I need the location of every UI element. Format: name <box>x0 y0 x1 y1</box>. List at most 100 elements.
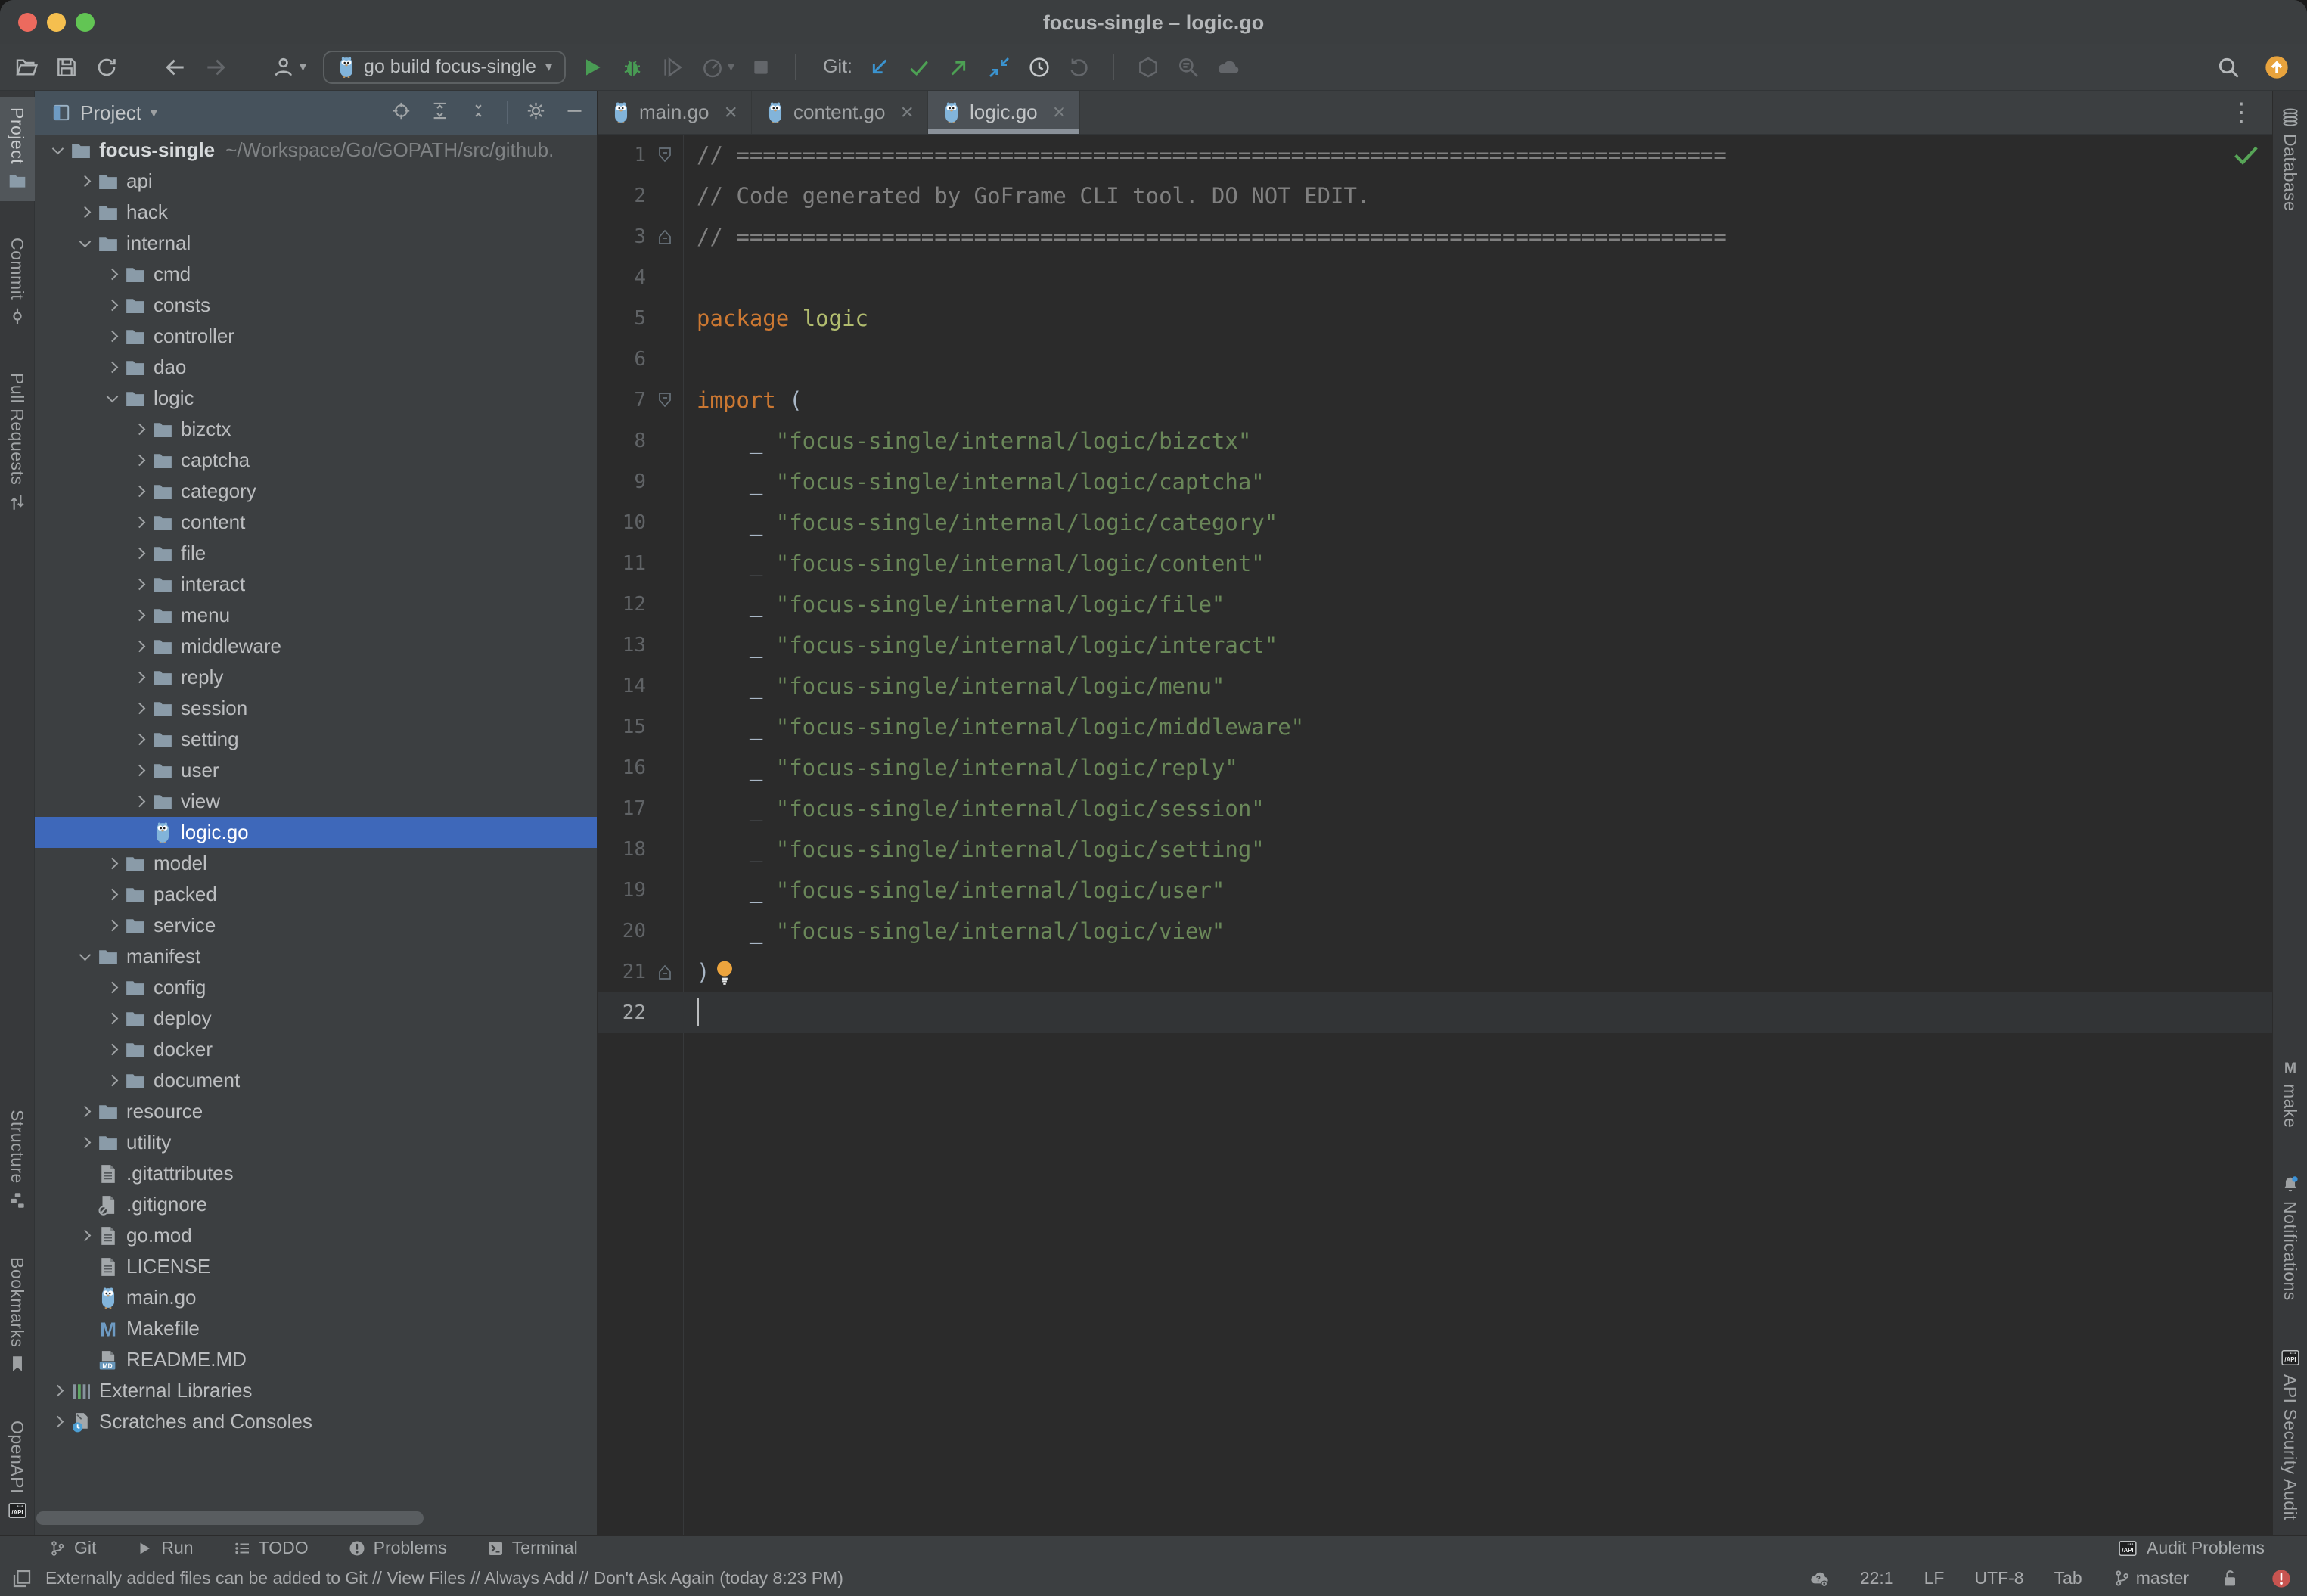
tree-item-config[interactable]: config <box>35 972 597 1003</box>
chevron-right-icon[interactable] <box>129 611 150 619</box>
chevron-right-icon[interactable] <box>101 890 123 899</box>
update-available-icon[interactable] <box>2263 54 2290 81</box>
chevron-down-icon[interactable] <box>47 147 68 153</box>
tree-item-go-mod[interactable]: go.mod <box>35 1220 597 1251</box>
code-line-1[interactable]: 1// ====================================… <box>598 135 2272 175</box>
chevron-right-icon[interactable] <box>101 1045 123 1054</box>
fold-marker-icon[interactable] <box>646 216 683 257</box>
tree-item-bizctx[interactable]: bizctx <box>35 414 597 445</box>
tree-item-gitattributes[interactable]: .gitattributes <box>35 1158 597 1189</box>
tree-item-user[interactable]: user <box>35 755 597 786</box>
tree-item-license[interactable]: LICENSE <box>35 1251 597 1282</box>
chevron-right-icon[interactable] <box>101 301 123 309</box>
chevron-right-icon[interactable] <box>129 766 150 775</box>
profiler-icon[interactable] <box>699 54 726 81</box>
chevron-right-icon[interactable] <box>101 921 123 930</box>
chevron-right-icon[interactable] <box>129 735 150 744</box>
git-commit-icon[interactable] <box>905 54 933 81</box>
status-message[interactable]: Externally added files can be added to G… <box>45 1568 843 1588</box>
chevron-right-icon[interactable] <box>129 797 150 806</box>
line-separator[interactable]: LF <box>1924 1568 1945 1588</box>
close-icon[interactable]: × <box>718 101 745 124</box>
chevron-right-icon[interactable] <box>129 425 150 433</box>
tree-item-view[interactable]: view <box>35 786 597 817</box>
tree-item-consts[interactable]: consts <box>35 290 597 321</box>
code-line-11[interactable]: 11 _ "focus-single/internal/logic/conten… <box>598 543 2272 584</box>
chevron-down-icon[interactable]: ▾ <box>728 59 734 75</box>
chevron-right-icon[interactable] <box>101 332 123 340</box>
indent-style[interactable]: Tab <box>2054 1568 2082 1588</box>
code-line-9[interactable]: 9 _ "focus-single/internal/logic/captcha… <box>598 461 2272 502</box>
inspections-ok-icon[interactable] <box>2231 139 2260 168</box>
tree-item-cmd[interactable]: cmd <box>35 259 597 290</box>
open-icon[interactable] <box>13 54 40 81</box>
code-line-2[interactable]: 2// Code generated by GoFrame CLI tool. … <box>598 175 2272 216</box>
chevron-down-icon[interactable]: ▾ <box>300 59 306 75</box>
stripe-item-bookmarks[interactable]: Bookmarks <box>0 1247 35 1385</box>
code-line-18[interactable]: 18 _ "focus-single/internal/logic/settin… <box>598 829 2272 870</box>
chevron-right-icon[interactable] <box>129 456 150 464</box>
fold-marker-icon[interactable] <box>646 380 683 421</box>
tree-item-docker[interactable]: docker <box>35 1034 597 1065</box>
tree-item-gitignore[interactable]: .gitignore <box>35 1189 597 1220</box>
chevron-down-icon[interactable] <box>74 241 95 246</box>
run-with-coverage-icon[interactable] <box>659 54 686 81</box>
tree-item-makefile[interactable]: MMakefile <box>35 1313 597 1344</box>
code-line-8[interactable]: 8 _ "focus-single/internal/logic/bizctx" <box>598 421 2272 461</box>
tree-item-scratches-and-consoles[interactable]: Scratches and Consoles <box>35 1406 597 1437</box>
tab-logic-go[interactable]: logic.go× <box>928 91 1080 134</box>
tree-item-deploy[interactable]: deploy <box>35 1003 597 1034</box>
user-icon[interactable] <box>271 54 298 81</box>
tree-item-middleware[interactable]: middleware <box>35 631 597 662</box>
debug-button[interactable] <box>619 54 646 81</box>
lock-open-icon[interactable] <box>2219 1568 2240 1589</box>
tree-item-logic-go[interactable]: logic.go <box>35 817 597 848</box>
code-line-14[interactable]: 14 _ "focus-single/internal/logic/menu" <box>598 666 2272 706</box>
stripe-item-database[interactable]: Database <box>2273 97 2307 222</box>
chevron-right-icon[interactable] <box>101 983 123 992</box>
fold-marker-icon[interactable] <box>646 952 683 992</box>
stripe-item-project[interactable]: Project <box>0 97 35 201</box>
chevron-right-icon[interactable] <box>47 1417 68 1426</box>
code-line-13[interactable]: 13 _ "focus-single/internal/logic/intera… <box>598 625 2272 666</box>
tree-item-manifest[interactable]: manifest <box>35 941 597 972</box>
caret-position[interactable]: 22:1 <box>1860 1568 1894 1588</box>
project-panel-title[interactable]: Project <box>80 101 141 125</box>
code-line-7[interactable]: 7import ( <box>598 380 2272 421</box>
horizontal-scrollbar[interactable] <box>36 1511 424 1525</box>
stripe-item-notifications[interactable]: Notifications <box>2273 1164 2307 1312</box>
tree-item-category[interactable]: category <box>35 476 597 507</box>
tree-item-packed[interactable]: packed <box>35 879 597 910</box>
tab-content-go[interactable]: content.go× <box>752 91 928 134</box>
chevron-down-icon[interactable] <box>101 396 123 401</box>
run-configuration-select[interactable]: go build focus-single ▾ <box>323 51 566 84</box>
chevron-down-icon[interactable]: ▾ <box>151 105 157 121</box>
tree-item-setting[interactable]: setting <box>35 724 597 755</box>
toolwindow-button-run[interactable]: Run <box>135 1538 193 1558</box>
stripe-item-api-security-audit[interactable]: /APIAPI Security Audit <box>2273 1337 2307 1531</box>
code-line-22[interactable]: 22 <box>598 992 2272 1033</box>
close-icon[interactable]: × <box>1046 101 1073 124</box>
tree-item-resource[interactable]: resource <box>35 1096 597 1127</box>
chevron-right-icon[interactable] <box>101 1076 123 1085</box>
tree-item-document[interactable]: document <box>35 1065 597 1096</box>
tree-item-content[interactable]: content <box>35 507 597 538</box>
tree-item-utility[interactable]: utility <box>35 1127 597 1158</box>
code-line-5[interactable]: 5package logic <box>598 298 2272 339</box>
toolwindow-button-problems[interactable]: Problems <box>348 1538 447 1558</box>
tree-item-hack[interactable]: hack <box>35 197 597 228</box>
stripe-item-openapi[interactable]: OpenAPI/API <box>0 1410 35 1531</box>
code-line-16[interactable]: 16 _ "focus-single/internal/logic/reply" <box>598 747 2272 788</box>
tree-item-main-go[interactable]: main.go <box>35 1282 597 1313</box>
stripe-item-structure[interactable]: Structure <box>0 1099 35 1221</box>
git-push-icon[interactable] <box>945 54 973 81</box>
tree-item-external-libraries[interactable]: External Libraries <box>35 1375 597 1406</box>
code-line-12[interactable]: 12 _ "focus-single/internal/logic/file" <box>598 584 2272 625</box>
toolwindow-button-todo[interactable]: TODO <box>233 1538 309 1558</box>
chevron-right-icon[interactable] <box>129 704 150 713</box>
chevron-right-icon[interactable] <box>101 270 123 278</box>
collapse-all-icon[interactable] <box>468 101 489 125</box>
rollback-icon[interactable] <box>1066 54 1093 81</box>
code-line-15[interactable]: 15 _ "focus-single/internal/logic/middle… <box>598 706 2272 747</box>
tree-item-reply[interactable]: reply <box>35 662 597 693</box>
